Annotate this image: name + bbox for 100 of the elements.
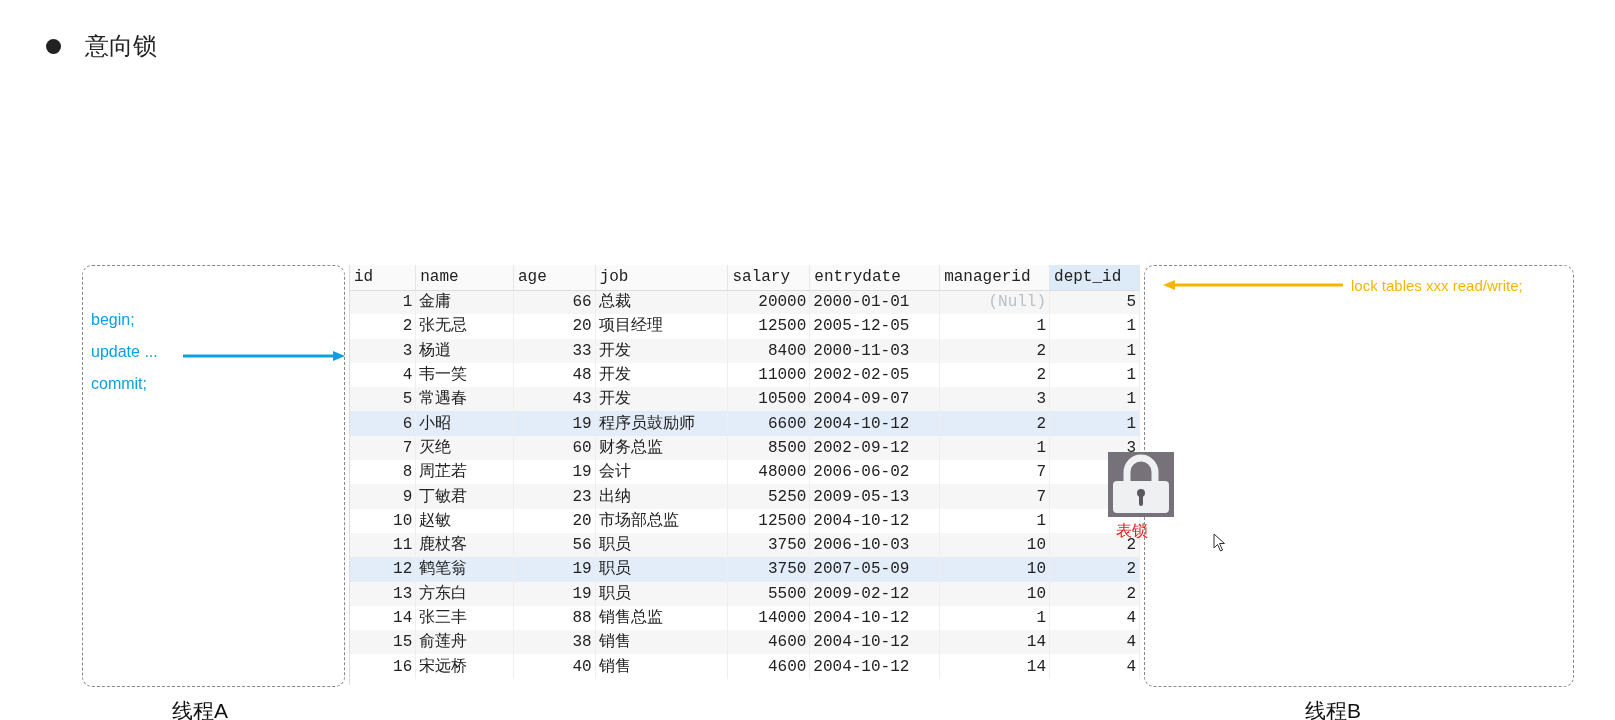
- table-cell: 20000: [727, 290, 810, 315]
- column-header: job: [595, 265, 728, 290]
- column-header: managerid: [939, 265, 1050, 290]
- table-cell: 2000-11-03: [809, 338, 940, 363]
- table-cell: 财务总监: [595, 435, 728, 461]
- table-cell: 2009-05-13: [809, 484, 940, 509]
- table-cell: 张无忌: [415, 314, 514, 339]
- column-header: age: [513, 265, 596, 290]
- table-cell: 1: [939, 508, 1050, 533]
- slide-title: 意向锁: [85, 31, 157, 61]
- table-cell: 10: [350, 508, 416, 533]
- table-cell: 9: [350, 484, 416, 509]
- table-cell: 鹤笔翁: [415, 557, 514, 582]
- table-cell: 2: [350, 314, 416, 339]
- table-cell: 2007-05-09: [809, 557, 940, 582]
- table-cell: 10: [939, 532, 1050, 558]
- table-cell: 程序员鼓励师: [595, 411, 728, 436]
- table-cell: 4600: [727, 654, 810, 679]
- sql-statement: lock tables xxx read/write;: [1351, 276, 1523, 296]
- table-cell: 2004-10-12: [809, 411, 940, 436]
- table-cell: 2009-02-12: [809, 581, 940, 606]
- sql-statement: begin;: [91, 310, 135, 330]
- table-cell: 1: [939, 435, 1050, 461]
- sql-statement: update ...: [91, 342, 158, 362]
- table-cell: 40: [513, 654, 596, 679]
- table-cell: 3750: [727, 557, 810, 582]
- table-cell: 20: [513, 508, 596, 533]
- table-cell: 2005-12-05: [809, 314, 940, 339]
- table-cell: 2004-10-12: [809, 630, 940, 655]
- table-cell: 总裁: [595, 290, 728, 315]
- table-cell: 3: [350, 338, 416, 363]
- table-cell: 方东白: [415, 581, 514, 606]
- table-cell: 8400: [727, 338, 810, 363]
- table-cell: 14: [939, 630, 1050, 655]
- table-cell: 宋远桥: [415, 654, 514, 679]
- table-cell: 丁敏君: [415, 484, 514, 509]
- table-cell: 2006-10-03: [809, 532, 940, 558]
- table-cell: 1: [939, 314, 1050, 339]
- table-cell: 12500: [727, 508, 810, 533]
- table-cell: 金庸: [415, 290, 514, 315]
- table-cell: 6600: [727, 411, 810, 436]
- table-cell: 5500: [727, 581, 810, 606]
- table-cell: 1: [350, 290, 416, 315]
- table-cell: 19: [513, 411, 596, 436]
- table-cell: 43: [513, 387, 596, 412]
- column-header: entrydate: [809, 265, 940, 290]
- table-cell: 20: [513, 314, 596, 339]
- column-header: salary: [727, 265, 810, 290]
- table-cell: 1: [1049, 314, 1140, 339]
- bullet-icon: [46, 38, 61, 54]
- table-cell: 1: [1049, 411, 1140, 436]
- table-cell: 10500: [727, 387, 810, 412]
- table-cell: 出纳: [595, 484, 728, 509]
- table-cell: 职员: [595, 557, 728, 582]
- table-cell: 市场部总监: [595, 508, 728, 533]
- table-cell: 56: [513, 532, 596, 558]
- column-header: dept_id: [1049, 265, 1140, 290]
- table-cell: 4: [1049, 630, 1140, 655]
- table-cell: 7: [350, 435, 416, 461]
- table-cell: 16: [350, 654, 416, 679]
- table-cell: 职员: [595, 532, 728, 558]
- cursor-icon: [1213, 533, 1226, 552]
- table-cell: 12500: [727, 314, 810, 339]
- table-cell: 4600: [727, 630, 810, 655]
- table-cell: 19: [513, 557, 596, 582]
- table-cell: 销售: [595, 654, 728, 679]
- sql-statement: commit;: [91, 374, 147, 394]
- table-cell: 5: [1049, 290, 1140, 315]
- table-cell: 4: [1049, 654, 1140, 679]
- table-cell: 灭绝: [415, 435, 514, 461]
- thread-label: 线程B: [1305, 698, 1361, 720]
- table-cell: 5250: [727, 484, 810, 509]
- table-cell: 项目经理: [595, 314, 728, 339]
- table-cell: 6: [350, 411, 416, 436]
- table-cell: 10: [939, 581, 1050, 606]
- table-cell: 常遇春: [415, 387, 514, 412]
- table-cell: 小昭: [415, 411, 514, 436]
- table-cell: 俞莲舟: [415, 630, 514, 655]
- table-cell: 销售: [595, 630, 728, 655]
- table-cell: (Null): [939, 290, 1050, 315]
- table-cell: 10: [939, 557, 1050, 582]
- table-cell: 1: [1049, 387, 1140, 412]
- table-cell: 2: [939, 411, 1050, 436]
- table-cell: 开发: [595, 387, 728, 412]
- table-cell: 7: [939, 484, 1050, 509]
- table-cell: 杨逍: [415, 338, 514, 363]
- table-cell: 2004-10-12: [809, 508, 940, 533]
- table-cell: 11: [350, 532, 416, 558]
- thread-label: 线程A: [172, 698, 228, 720]
- table-cell: 2: [1049, 557, 1140, 582]
- table-cell: 12: [350, 557, 416, 582]
- column-header: name: [415, 265, 514, 290]
- table-cell: 3: [939, 387, 1050, 412]
- table-cell: 2: [1049, 581, 1140, 606]
- table-cell: 职员: [595, 581, 728, 606]
- table-cell: 15: [350, 630, 416, 655]
- table-cell: 2000-01-01: [809, 290, 940, 315]
- table-cell: 1: [1049, 338, 1140, 363]
- table-cell: 66: [513, 290, 596, 315]
- table-cell: 2004-09-07: [809, 387, 940, 412]
